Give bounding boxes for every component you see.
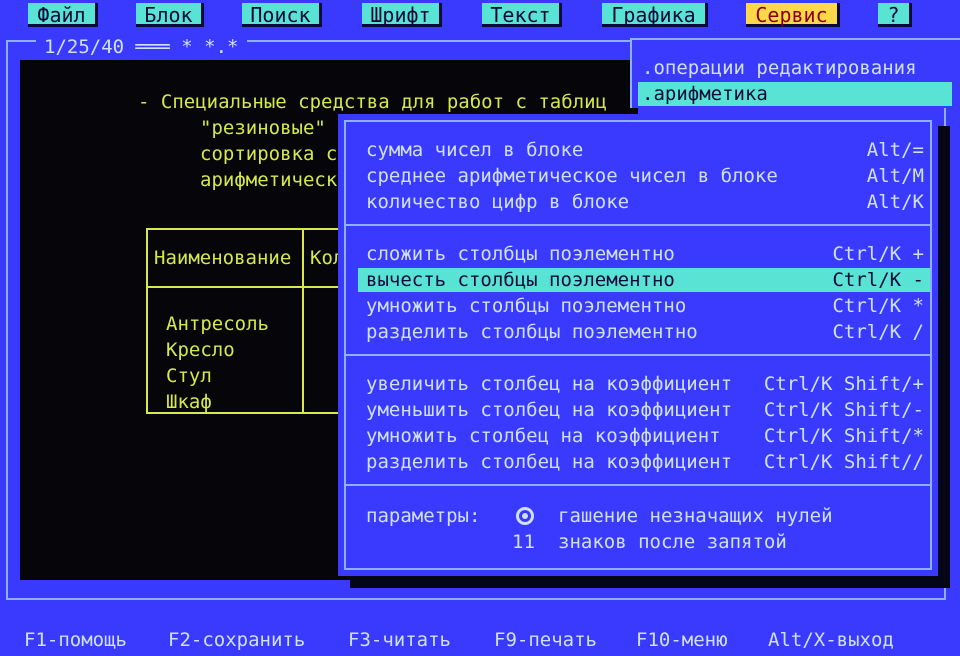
item-label: сложить столбцы поэлементно: [366, 243, 675, 265]
fkey-save[interactable]: F2-сохранить: [168, 628, 305, 652]
editor-status: 1/25/40 ═══ * *.*: [36, 36, 247, 58]
status-separator: ═══: [135, 36, 182, 58]
decimal-digits-value[interactable]: 11: [512, 530, 535, 554]
menu-search[interactable]: Поиск: [242, 3, 322, 27]
fkey-menu[interactable]: F10-меню: [636, 628, 728, 652]
menu-service[interactable]: Сервис: [746, 3, 840, 27]
table-header: Наименование: [154, 247, 292, 269]
item-shortcut: Alt/=: [866, 139, 924, 161]
menu-item-divide-column[interactable]: разделить столбец на коэффициент Ctrl/K …: [358, 450, 930, 474]
item-shortcut: Alt/K: [866, 191, 924, 213]
item-label: умножить столбцы поэлементно: [366, 295, 687, 317]
menu-item-multiply-columns[interactable]: умножить столбцы поэлементно Ctrl/K *: [358, 294, 930, 318]
item-shortcut: Ctrl/K Shift/-: [763, 399, 924, 421]
fkey-help[interactable]: F1-помощь: [24, 628, 127, 652]
menu-item-increase-column[interactable]: увеличить столбец на коэффициент Ctrl/K …: [358, 372, 930, 396]
menu-item-subtract-columns[interactable]: вычесть столбцы поэлементно Ctrl/K -: [358, 268, 930, 292]
menu-item-divide-columns[interactable]: разделить столбцы поэлементно Ctrl/K /: [358, 320, 930, 344]
fkey-print[interactable]: F9-печать: [494, 628, 597, 652]
menu-file[interactable]: Файл: [28, 3, 98, 27]
item-shortcut: Ctrl/K /: [832, 321, 924, 343]
radio-suppress-zeros[interactable]: [516, 507, 534, 525]
menu-item-sum[interactable]: сумма чисел в блоке Alt/=: [358, 138, 930, 162]
item-shortcut: Ctrl/K *: [832, 295, 924, 317]
text-line: арифметическ: [200, 169, 338, 191]
item-label: вычесть столбцы поэлементно: [366, 269, 675, 291]
item-label: умножить столбец на коэффициент: [366, 425, 721, 447]
item-shortcut: Ctrl/K +: [832, 243, 924, 265]
item-label: среднее арифметическое чисел в блоке: [366, 165, 778, 187]
option-suppress-zeros[interactable]: гашение незначащих нулей: [558, 504, 833, 528]
menu-item-average[interactable]: среднее арифметическое чисел в блоке Alt…: [358, 164, 930, 188]
separator: [346, 354, 930, 356]
submenu-item-arithmetic[interactable]: .арифметика: [638, 82, 952, 106]
table-cell: Стул: [166, 365, 212, 387]
table-cell: Кресло: [166, 339, 235, 361]
separator: [346, 484, 930, 486]
item-shortcut: Ctrl/K Shift//: [763, 451, 924, 473]
item-shortcut: Ctrl/K Shift/*: [763, 425, 924, 447]
menu-text[interactable]: Текст: [482, 3, 562, 27]
cursor-position: 1/25/40: [44, 36, 125, 58]
service-submenu: .операции редактирования .арифметика: [630, 38, 960, 108]
menu-item-count[interactable]: количество цифр в блоке Alt/K: [358, 190, 930, 214]
menu-font[interactable]: Шрифт: [362, 3, 442, 27]
fkey-read[interactable]: F3-читать: [348, 628, 451, 652]
menu-item-decrease-column[interactable]: уменьшить столбец на коэффициент Ctrl/K …: [358, 398, 930, 422]
table-column-separator: [302, 230, 304, 412]
item-label: сумма чисел в блоке: [366, 139, 584, 161]
text-line: сортировка с: [200, 143, 338, 165]
menu-item-multiply-column[interactable]: умножить столбец на коэффициент Ctrl/K S…: [358, 424, 930, 448]
item-label: уменьшить столбец на коэффициент: [366, 399, 733, 421]
separator: [346, 224, 930, 226]
function-key-bar: F1-помощь F2-сохранить F3-читать F9-печа…: [0, 624, 960, 656]
menu-help[interactable]: ?: [878, 3, 912, 27]
item-shortcut: Ctrl/K Shift/+: [763, 373, 924, 395]
menu-block[interactable]: Блок: [136, 3, 204, 27]
decimal-digits-label: знаков после запятой: [558, 531, 787, 553]
item-label: увеличить столбец на коэффициент: [366, 373, 733, 395]
item-label: разделить столбцы поэлементно: [366, 321, 698, 343]
text-line: - Специальные средства для работ с табли…: [138, 91, 607, 113]
table-cell: Антресоль: [166, 313, 269, 335]
item-label: количество цифр в блоке: [366, 191, 630, 213]
item-label: разделить столбец на коэффициент: [366, 451, 733, 473]
status-flags: * *.*: [181, 36, 239, 58]
arithmetic-dropdown: сумма чисел в блоке Alt/= среднее арифме…: [338, 114, 938, 576]
item-shortcut: Ctrl/K -: [832, 269, 924, 291]
fkey-exit[interactable]: Alt/X-выход: [768, 628, 894, 652]
menu-graphics[interactable]: Графика: [602, 3, 708, 27]
menu-bar: Файл Блок Поиск Шрифт Текст Графика Серв…: [0, 0, 960, 34]
item-shortcut: Alt/M: [866, 165, 924, 187]
menu-item-add-columns[interactable]: сложить столбцы поэлементно Ctrl/K +: [358, 242, 930, 266]
submenu-item-edit-ops[interactable]: .операции редактирования: [638, 56, 952, 80]
params-label: параметры:: [366, 505, 481, 527]
table-cell: Шкаф: [166, 391, 212, 413]
dropdown-frame: сумма чисел в блоке Alt/= среднее арифме…: [344, 120, 932, 570]
text-line: "резиновые": [200, 117, 326, 139]
